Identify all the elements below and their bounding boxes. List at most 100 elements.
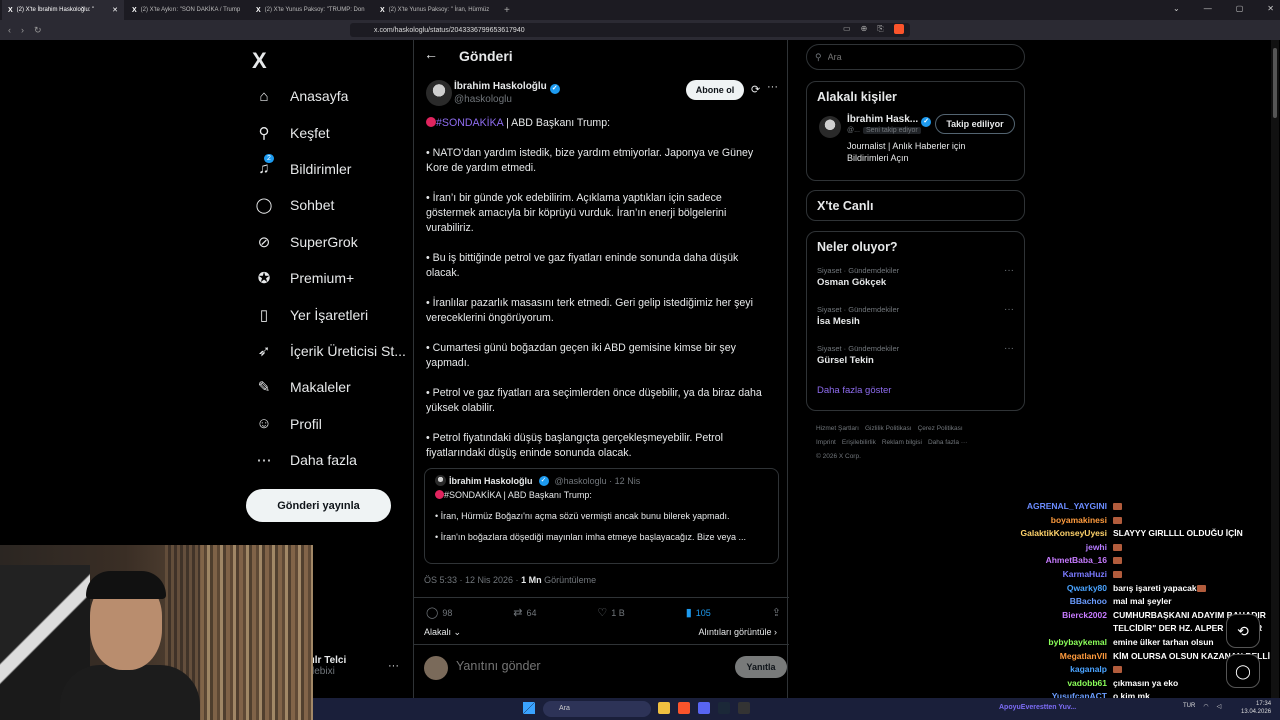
sidebar-item-chat[interactable]: ◯ Sohbet — [246, 187, 406, 223]
discord-icon[interactable] — [698, 702, 710, 714]
following-button[interactable]: Takip ediliyor — [935, 114, 1015, 134]
author-name[interactable]: İbrahim Haskoloğlu ✓ — [454, 81, 560, 94]
scrollbar-thumb[interactable] — [1273, 48, 1277, 118]
author-handle[interactable]: @haskologlu — [454, 94, 512, 105]
brave-shield-icon[interactable] — [893, 24, 904, 34]
sidebar-item-bookmarks[interactable]: ▯ Yer İşaretleri — [246, 296, 406, 332]
subscribe-button[interactable]: Abone ol — [686, 80, 744, 100]
more-icon[interactable]: ··· — [1004, 343, 1014, 354]
chevron-down-icon[interactable]: ⌄ — [1173, 4, 1180, 13]
footer-link[interactable]: Çerez Politikası — [918, 425, 963, 432]
show-more-link[interactable]: Daha fazla göster — [807, 379, 1024, 406]
chat-username[interactable]: Bierck2002 — [1000, 609, 1107, 623]
post-button[interactable]: Gönderi yayınla — [246, 489, 391, 522]
sidebar-item-notifications[interactable]: ♫ 2 Bildirimler — [246, 151, 406, 187]
like-button[interactable]: ♡ 1 B — [597, 606, 624, 619]
more-icon[interactable]: ··· — [1004, 304, 1014, 315]
forward-icon[interactable]: › — [21, 25, 24, 36]
chat-username[interactable]: boyamakinesi — [1000, 514, 1107, 528]
sidebar-item-premium[interactable]: ✪ Premium+ — [246, 260, 406, 296]
file-explorer-icon[interactable] — [658, 702, 670, 714]
search-input[interactable] — [827, 52, 1008, 62]
quoted-tweet[interactable]: İbrahim Haskoloğlu ✓ @haskologlu · 12 Ni… — [424, 468, 779, 564]
more-icon[interactable]: ··· — [388, 660, 399, 672]
wifi-icon[interactable]: ◠ — [1203, 703, 1208, 710]
sidebar-item-home[interactable]: ⌂ Anasayfa — [246, 78, 406, 114]
windows-start-icon[interactable] — [523, 702, 535, 714]
verified-icon: ✓ — [549, 84, 560, 94]
related-person[interactable]: İbrahim Hask... ✓ @... Seni takip ediyor T… — [807, 112, 1024, 178]
sidebar-item-creator-studio[interactable]: ➶ İçerik Üreticisi St... — [246, 333, 406, 369]
chat-username[interactable]: Qwarky80 — [1000, 582, 1107, 596]
chat-username[interactable]: GalaktikKonseyUyesi — [1000, 527, 1107, 541]
close-icon[interactable]: ✕ — [112, 6, 118, 14]
sort-dropdown[interactable]: Alakalı ⌄ — [424, 627, 461, 638]
volume-icon[interactable]: ◁ — [1217, 703, 1222, 710]
trend-item[interactable]: Siyaset · Gündemdekiler İsa Mesih ··· — [807, 301, 1024, 340]
search-box[interactable]: ⚲ — [806, 44, 1025, 70]
minimize-icon[interactable]: — — [1204, 4, 1212, 13]
sidebar-item-explore[interactable]: ⚲ Keşfet — [246, 114, 406, 150]
chat-username[interactable]: KarmaHuzi — [1000, 568, 1107, 582]
footer-link[interactable]: Erişilebilirlik — [842, 439, 876, 446]
footer-link[interactable]: Gizlilik Politikası — [865, 425, 912, 432]
back-arrow-icon[interactable]: ← — [424, 46, 438, 62]
trend-item[interactable]: Siyaset · Gündemdekiler Gürsel Tekin ··· — [807, 340, 1024, 379]
reload-icon[interactable]: ↻ — [34, 25, 42, 36]
chat-username[interactable]: vadobb61 — [1000, 677, 1107, 691]
account-switcher[interactable]: ılr Telci lebixi — [312, 655, 346, 677]
sidebar-item-articles[interactable]: ✎ Makaleler — [246, 369, 406, 405]
chat-username[interactable]: jewhi — [1000, 541, 1107, 555]
back-icon[interactable]: ‹ — [8, 25, 11, 36]
chat-username[interactable]: BBachoo — [1000, 595, 1107, 609]
language-indicator[interactable]: TUR — [1183, 703, 1195, 710]
browser-tab-1[interactable]: X (2) X'te Aykırı: "SON DAKİKA / Trump — [126, 0, 248, 20]
chat-username[interactable]: AGRENAL_YAYGINI — [1000, 500, 1107, 514]
footer-link[interactable]: Reklam bilgisi — [882, 439, 922, 446]
obs-icon[interactable] — [738, 702, 750, 714]
footer-link[interactable]: Daha fazla ··· — [928, 439, 967, 446]
avatar[interactable] — [426, 80, 452, 106]
more-icon[interactable]: ··· — [1004, 265, 1014, 276]
x-live-card[interactable]: X'te Canlı — [806, 190, 1025, 221]
maximize-icon[interactable]: ▢ — [1236, 4, 1244, 13]
share-button[interactable]: ⇪ — [772, 606, 781, 619]
browser-tab-3[interactable]: X (2) X'te Yunus Paksoy: " İran, Hürmüz — [374, 0, 496, 20]
sidebar-item-more[interactable]: ⋯ Daha fazla — [246, 442, 406, 478]
messages-icon[interactable]: ◯ — [1226, 654, 1260, 688]
chat-username[interactable]: bybybaykemal — [1000, 636, 1107, 650]
browser-tab-0[interactable]: X (2) X'te İbrahim Haskoloğlu: " ✕ — [2, 0, 124, 20]
hashtag-link[interactable]: #SONDAKİKA — [436, 117, 503, 129]
person-handle: @... Seni takip ediyor — [847, 127, 921, 134]
browser-tab-2[interactable]: X (2) X'te Yunus Paksoy: "TRUMP: Don — [250, 0, 372, 20]
view-quotes-link[interactable]: Alıntıları görüntüle › — [698, 627, 777, 638]
reply-input[interactable] — [456, 659, 706, 673]
reader-icon[interactable]: ▭ — [843, 24, 851, 34]
reply-button[interactable]: ◯ 98 — [426, 606, 452, 619]
chat-username[interactable]: AhmetBaba_16 — [1000, 554, 1107, 568]
chat-username[interactable]: kaganalp — [1000, 663, 1107, 677]
footer-link[interactable]: Imprint — [816, 439, 836, 446]
taskbar-search[interactable]: Ara — [543, 701, 651, 717]
bookmark-button[interactable]: ▮ 105 — [686, 606, 711, 619]
zoom-icon[interactable]: ⊕ — [861, 24, 868, 34]
clock[interactable]: 17:34 13.04.2026 — [1241, 700, 1271, 716]
grok-icon[interactable]: ⟲ — [1226, 614, 1260, 648]
footer-link[interactable]: Hizmet Şartları — [816, 425, 859, 432]
reply-submit-button[interactable]: Yanıtla — [735, 656, 787, 678]
url-field[interactable]: x.com/haskologlu/status/2043336799653617… — [350, 23, 910, 37]
sidebar-item-supergrok[interactable]: ⊘ SuperGrok — [246, 224, 406, 260]
repost-button[interactable]: ⇄ 64 — [513, 606, 536, 619]
close-window-icon[interactable]: ✕ — [1267, 4, 1274, 13]
chat-username[interactable]: MegatlanVII — [1000, 650, 1107, 664]
brave-icon[interactable] — [678, 702, 690, 714]
x-logo-icon[interactable]: X — [252, 48, 267, 74]
scrollbar[interactable] — [1271, 40, 1279, 700]
share-icon[interactable]: ⎘ — [877, 24, 883, 34]
steam-icon[interactable] — [718, 702, 730, 714]
more-icon[interactable]: ··· — [767, 81, 778, 93]
grok-icon[interactable]: ⟳ — [751, 83, 760, 96]
new-tab-icon[interactable]: + — [504, 5, 510, 16]
sidebar-item-profile[interactable]: ☺ Profil — [246, 406, 406, 442]
trend-item[interactable]: Siyaset · Gündemdekiler Osman Gökçek ··· — [807, 262, 1024, 301]
